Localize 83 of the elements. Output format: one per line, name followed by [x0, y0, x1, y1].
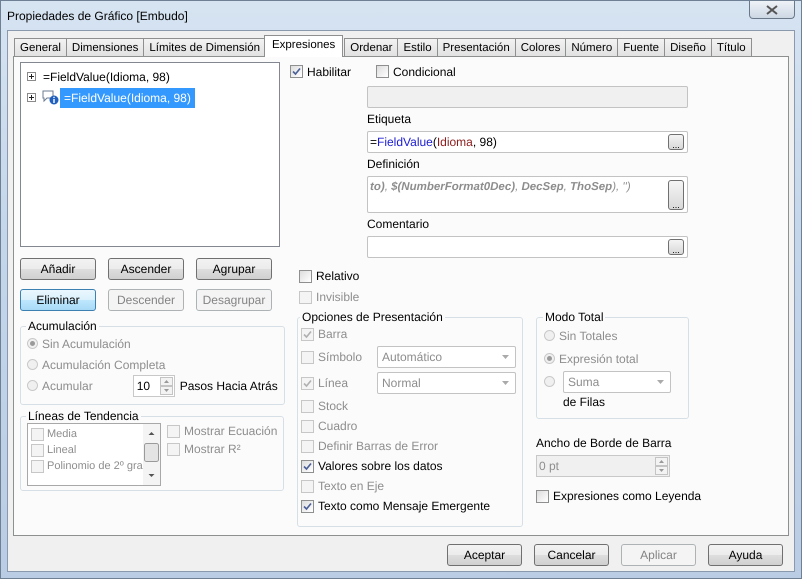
checkbox-label: Habilitar	[307, 64, 352, 78]
checkbox[interactable]	[299, 270, 312, 282]
condition-field[interactable]	[367, 86, 688, 108]
tab[interactable]: Diseño	[664, 38, 712, 57]
action-button[interactable]: Agrupar	[196, 258, 272, 280]
checkbox-label: Mostrar R²	[184, 442, 241, 456]
expand-icon[interactable]	[27, 93, 36, 102]
checkbox[interactable]	[31, 444, 44, 456]
tab[interactable]: Título	[710, 38, 752, 57]
tab[interactable]: Colores	[514, 38, 566, 57]
dialog-button[interactable]: Ayuda	[708, 544, 783, 566]
radio-label: Sin Totales	[559, 328, 618, 342]
checkbox[interactable]	[301, 500, 314, 512]
checkbox-label: Media	[47, 428, 77, 440]
tab[interactable]: Fuente	[617, 38, 666, 57]
tab[interactable]: Presentación	[436, 38, 516, 57]
action-button[interactable]: Ascender	[108, 258, 184, 280]
radio-label: Sin Acumulación	[42, 336, 131, 350]
close-button[interactable]	[749, 1, 795, 19]
checkbox-label: Stock	[318, 399, 348, 413]
checkbox[interactable]	[31, 460, 44, 472]
checkbox-label: Condicional	[393, 64, 456, 78]
radio-label: Acumular	[42, 378, 93, 392]
expression-item[interactable]: =FieldValue(Idioma, 98)	[42, 68, 173, 84]
speech-bubble-icon	[42, 90, 59, 105]
checkbox-label: Barra	[318, 327, 348, 341]
checkbox-label: Línea	[318, 376, 348, 390]
checkbox[interactable]	[301, 460, 314, 472]
ellipsis-button[interactable]: ...	[668, 239, 684, 255]
comment-field[interactable]: ...	[367, 236, 688, 258]
dialog-button[interactable]: Aceptar	[447, 544, 522, 566]
tab[interactable]: Ordenar	[344, 38, 398, 57]
checkbox[interactable]	[31, 428, 44, 440]
dropdown-arrow-icon	[502, 381, 509, 385]
checkbox-label: Lineal	[47, 444, 76, 456]
field-label: Definición	[367, 157, 421, 171]
label-field[interactable]: =FieldValue(Idioma, 98) ...	[367, 131, 688, 153]
tab[interactable]: Límites de Dimensión	[143, 38, 266, 57]
field-label: Comentario	[367, 217, 430, 231]
expand-icon[interactable]	[27, 72, 36, 81]
tab[interactable]: Dimensiones	[66, 38, 144, 57]
steps-label: Pasos Hacia Atrás	[180, 378, 278, 392]
spinner-value: 10	[136, 378, 150, 392]
checkbox-label: Relativo	[316, 269, 360, 283]
checkbox[interactable]	[290, 65, 303, 78]
checkbox-label: Cuadro	[318, 419, 358, 433]
action-button[interactable]: Añadir	[20, 258, 96, 280]
action-button[interactable]: Eliminar	[20, 289, 96, 311]
ellipsis-button[interactable]: ...	[668, 180, 684, 210]
steps-spinner[interactable]: 10	[132, 374, 175, 396]
checkbox[interactable]	[536, 490, 549, 502]
dropdown-arrow-icon	[502, 355, 509, 359]
checkbox-label: Invisible	[316, 290, 360, 304]
checkbox-label: Definir Barras de Error	[318, 439, 438, 453]
dropdown-suffix: de Filas	[563, 395, 606, 409]
close-icon	[766, 4, 778, 14]
checkbox-label: Texto en Eje	[318, 479, 384, 493]
field-label: Etiqueta	[367, 112, 412, 126]
definition-field[interactable]: to), $(NumberFormat0Dec), DecSep, ThoSep), '') ...	[367, 176, 688, 213]
group-title: Opciones de Presentación	[301, 310, 444, 324]
scrollbar[interactable]	[143, 424, 160, 485]
checkbox-label: Símbolo	[318, 350, 362, 364]
radio-label: Acumulación Completa	[42, 358, 166, 372]
dropdown-arrow-icon	[657, 380, 664, 384]
field-label: Ancho de Borde de Barra	[536, 436, 672, 450]
tab[interactable]: General	[14, 38, 67, 57]
spinner-value: 0 pt	[539, 459, 560, 473]
checkbox-label: Expresiones como Leyenda	[553, 489, 702, 503]
dialog-button[interactable]: Cancelar	[534, 544, 609, 566]
group-title: Modo Total	[544, 310, 604, 324]
radio-label: Expresión total	[559, 352, 638, 366]
ellipsis-button[interactable]: ...	[668, 134, 684, 150]
checkbox[interactable]	[376, 65, 390, 78]
window-title: Propiedades de Gráfico [Embudo]	[7, 9, 188, 23]
tab[interactable]: Expresiones	[264, 35, 344, 57]
tab[interactable]: Número	[565, 38, 618, 57]
group-title: Líneas de Tendencia	[27, 409, 140, 423]
checkbox-label: Polinomio de 2º gra	[47, 460, 143, 472]
checkbox-label: Texto como Mensaje Emergente	[318, 499, 490, 513]
tab[interactable]: Estilo	[397, 38, 438, 57]
checkbox-label: Mostrar Ecuación	[184, 424, 278, 438]
checkbox-label: Valores sobre los datos	[318, 459, 443, 473]
group-title: Acumulación	[27, 319, 98, 333]
